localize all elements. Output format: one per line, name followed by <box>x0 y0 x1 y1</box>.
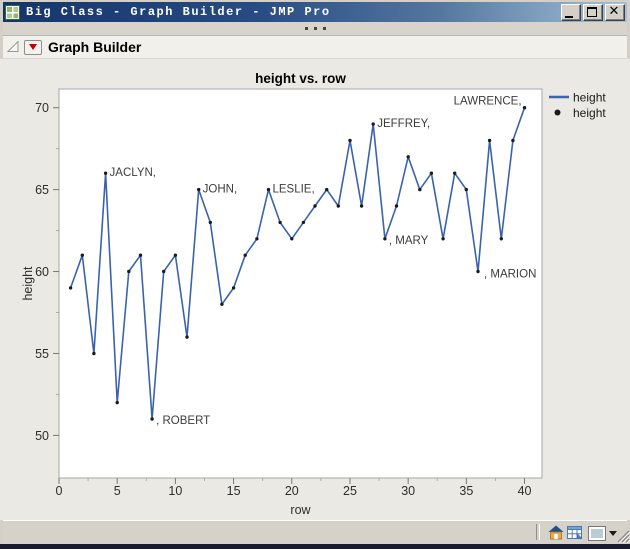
plot-frame[interactable] <box>58 88 543 479</box>
graph-builder-panel: height vs. row row height 0 5 10 15 20 25 30 35 40 5… <box>0 58 630 520</box>
data-point-marker[interactable] <box>499 237 503 241</box>
data-point-marker[interactable] <box>453 171 457 175</box>
background-color-swatch[interactable] <box>588 526 606 541</box>
x-tick-label: 15 <box>227 484 241 498</box>
jmp-window: Big Class - Graph Builder - JMP Pro ✕ Gr… <box>0 0 630 549</box>
y-tick-label: 55 <box>35 347 49 361</box>
data-point-marker[interactable] <box>418 187 422 192</box>
data-point-marker[interactable] <box>115 400 119 405</box>
x-tick-label: 30 <box>401 484 415 498</box>
window-title: Big Class - Graph Builder - JMP Pro <box>26 5 331 19</box>
chart-title: height vs. row <box>255 71 346 86</box>
data-point-marker[interactable] <box>150 417 154 421</box>
data-point-marker[interactable] <box>278 220 282 225</box>
data-point-marker[interactable] <box>208 220 212 225</box>
status-bar <box>3 520 630 544</box>
data-point-marker[interactable] <box>173 253 178 257</box>
close-button[interactable]: ✕ <box>605 3 625 21</box>
data-point-marker[interactable] <box>464 187 468 192</box>
home-icon[interactable] <box>548 525 564 540</box>
ellipsis-dots-icon <box>304 27 308 30</box>
data-point-marker[interactable] <box>487 138 492 143</box>
data-table-icon[interactable] <box>567 525 583 540</box>
point-label: JOHN, <box>203 184 238 196</box>
x-tick-label: 40 <box>518 484 532 498</box>
data-point-marker[interactable] <box>301 220 306 225</box>
window-titlebar[interactable]: Big Class - Graph Builder - JMP Pro ✕ <box>0 0 630 22</box>
data-point-marker[interactable] <box>359 204 364 208</box>
minimize-button[interactable] <box>561 3 581 21</box>
data-point-marker[interactable] <box>476 269 480 274</box>
window-border-bottom <box>0 544 630 549</box>
data-point-marker[interactable] <box>383 237 387 241</box>
point-label: , ROBERT <box>156 415 210 427</box>
data-point-marker[interactable] <box>336 204 340 208</box>
data-point-marker[interactable] <box>406 155 410 159</box>
legend-label: height <box>573 106 606 120</box>
y-tick-label: 65 <box>35 183 49 197</box>
data-point-marker[interactable] <box>185 335 189 339</box>
disclosure-triangle-icon[interactable] <box>7 41 19 53</box>
maximize-icon <box>587 6 597 17</box>
resize-grip-icon[interactable] <box>615 529 630 543</box>
x-axis-label: row <box>290 503 311 517</box>
y-tick-label: 50 <box>35 429 49 443</box>
data-point-marker[interactable] <box>313 204 317 208</box>
data-point-marker[interactable] <box>255 237 259 241</box>
point-label: , MARION <box>484 269 536 281</box>
data-point-marker[interactable] <box>290 237 294 241</box>
minimize-icon <box>565 15 573 18</box>
data-point-marker[interactable] <box>429 171 434 175</box>
data-point-marker[interactable] <box>220 302 224 306</box>
ellipsis-dots-icon <box>322 27 326 30</box>
point-label: JEFFREY, <box>377 118 430 130</box>
x-tick-label: 5 <box>114 484 121 498</box>
point-label: LESLIE, <box>272 184 314 196</box>
toolbar-collapsed-strip[interactable] <box>3 22 627 36</box>
data-point-marker[interactable] <box>371 122 375 126</box>
report-title: Graph Builder <box>48 39 142 55</box>
point-label: , MARY <box>389 235 429 247</box>
jmp-app-icon <box>5 4 20 20</box>
data-point-marker[interactable] <box>243 253 247 257</box>
x-tick-label: 35 <box>459 484 473 498</box>
data-point-marker[interactable] <box>511 138 515 143</box>
data-point-marker[interactable] <box>162 269 166 274</box>
data-point-marker[interactable] <box>103 171 108 175</box>
data-point-marker[interactable] <box>231 286 236 290</box>
red-triangle-icon <box>29 44 37 50</box>
outline-header: Graph Builder <box>3 36 627 58</box>
status-separator <box>536 524 540 540</box>
y-axis-label: height <box>21 266 35 301</box>
data-point-marker[interactable] <box>325 187 329 192</box>
x-tick-label: 0 <box>56 484 63 498</box>
y-tick-label: 70 <box>35 101 49 115</box>
ellipsis-dots-icon <box>313 27 317 30</box>
data-point-marker[interactable] <box>197 187 201 192</box>
close-icon: ✕ <box>608 3 620 19</box>
data-point-marker[interactable] <box>441 237 445 241</box>
maximize-button[interactable] <box>583 3 603 21</box>
graph-canvas[interactable]: height vs. row row height 0 5 10 15 20 25 30 35 40 5… <box>0 59 630 520</box>
legend-label: height <box>573 91 606 105</box>
data-point-marker[interactable] <box>394 204 399 208</box>
data-point-marker[interactable] <box>348 138 352 143</box>
y-tick-label: 60 <box>35 265 49 279</box>
x-tick-label: 10 <box>168 484 182 498</box>
red-triangle-menu-button[interactable] <box>24 39 42 55</box>
data-point-marker[interactable] <box>68 286 73 290</box>
x-tick-label: 20 <box>285 484 299 498</box>
data-point-marker[interactable] <box>80 253 85 257</box>
data-point-marker[interactable] <box>266 187 271 192</box>
data-point-marker[interactable] <box>138 253 143 257</box>
point-label: LAWRENCE, <box>454 96 522 108</box>
point-label: JACLYN, <box>110 167 156 179</box>
data-point-marker[interactable] <box>127 269 131 274</box>
data-point-marker[interactable] <box>522 106 527 110</box>
data-point-marker[interactable] <box>92 351 96 356</box>
legend-dot-swatch <box>554 109 561 116</box>
x-tick-label: 25 <box>343 484 357 498</box>
